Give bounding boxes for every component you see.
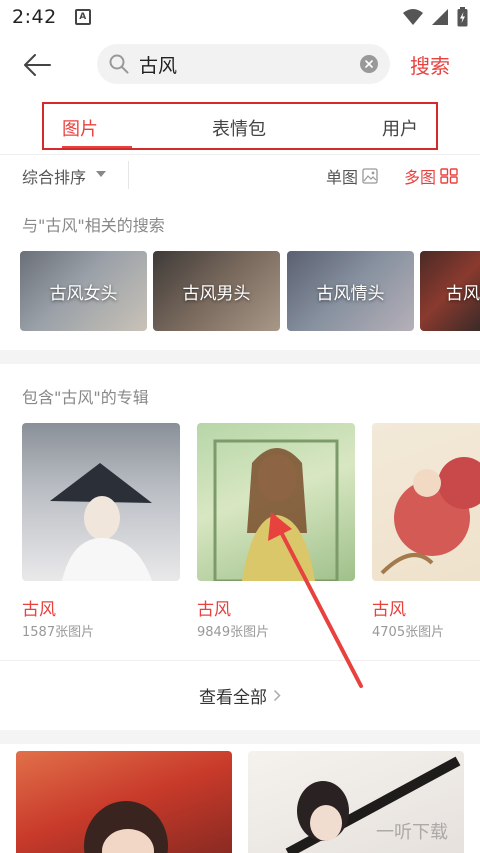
annotation-arrow-icon	[268, 512, 363, 688]
